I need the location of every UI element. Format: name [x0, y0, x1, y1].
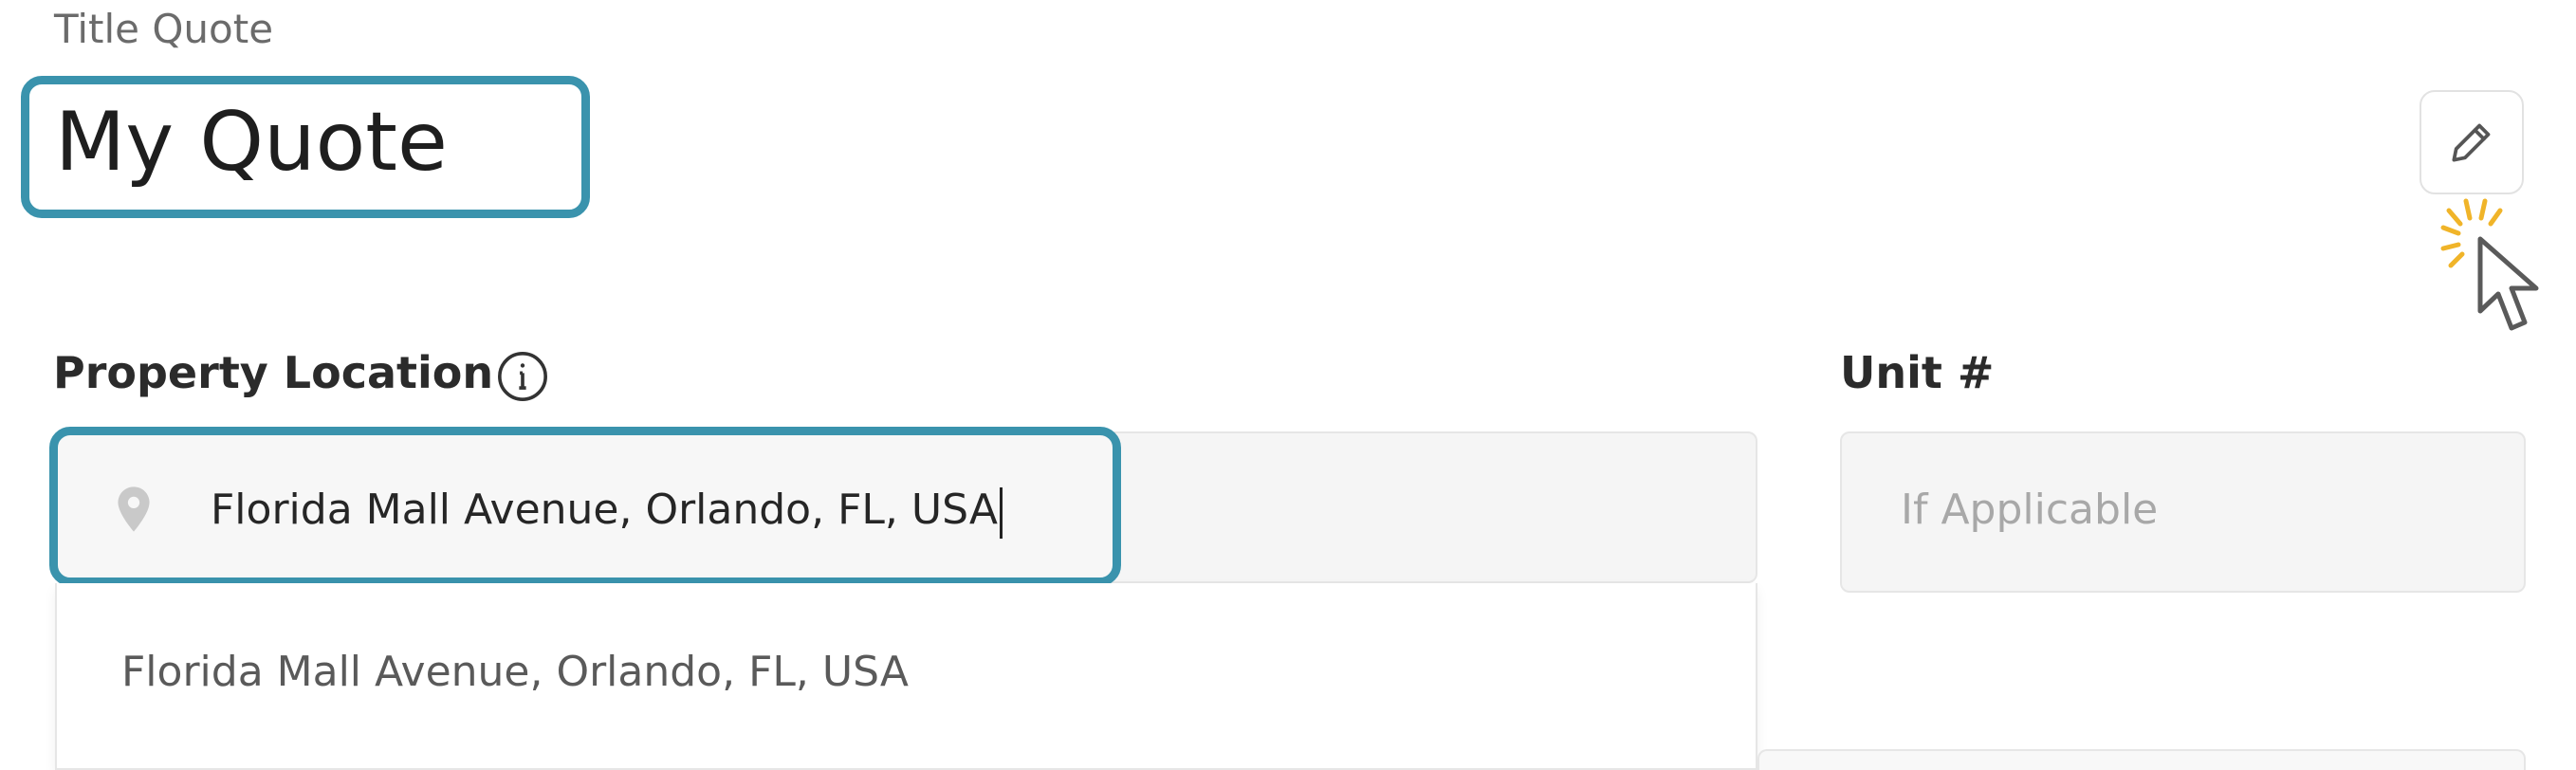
info-icon[interactable] [495, 349, 550, 404]
unit-number-placeholder[interactable]: If Applicable [1901, 486, 2158, 536]
pencil-icon [2452, 123, 2491, 162]
edit-button[interactable] [2420, 90, 2524, 194]
quote-title[interactable]: My Quote [55, 95, 448, 191]
property-location-label: Property Location [53, 347, 494, 398]
click-cursor-icon [2440, 198, 2539, 331]
property-location-value[interactable]: Florida Mall Avenue, Orlando, FL, USA [211, 486, 998, 536]
text-cursor [1000, 487, 1003, 539]
next-field[interactable] [1757, 749, 2526, 770]
unit-number-label: Unit # [1840, 347, 1995, 398]
autocomplete-suggestion[interactable]: Florida Mall Avenue, Orlando, FL, USA [121, 648, 909, 698]
title-quote-label: Title Quote [54, 6, 274, 52]
map-pin-icon [118, 486, 150, 532]
